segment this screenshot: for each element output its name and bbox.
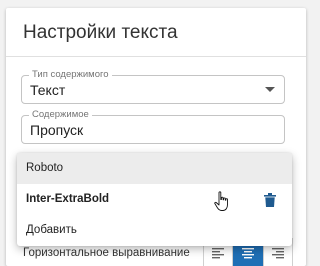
trash-icon[interactable]: [264, 193, 276, 207]
font-option-label: Inter-ExtraBold: [26, 193, 110, 205]
align-center-icon: [242, 248, 254, 259]
content-input[interactable]: Содержимое Пропуск: [21, 109, 285, 144]
content-type-select[interactable]: Тип содержимого Текст: [21, 69, 285, 104]
header-divider: [6, 56, 306, 57]
panel-title: Настройки текста: [23, 22, 178, 43]
horizontal-alignment-label: Горизонтальное выравнивание: [23, 247, 190, 259]
font-dropdown-menu: Roboto Inter-ExtraBold Добавить: [17, 153, 292, 246]
font-option-roboto[interactable]: Roboto: [17, 153, 292, 184]
text-settings-panel: Настройки текста Тип содержимого Текст С…: [6, 8, 306, 266]
content-value[interactable]: Пропуск: [30, 122, 83, 138]
align-right-icon: [272, 248, 284, 259]
add-font-option[interactable]: Добавить: [17, 215, 292, 246]
font-option-inter-extrabold[interactable]: Inter-ExtraBold: [17, 184, 292, 215]
content-label: Содержимое: [29, 109, 92, 120]
chevron-down-icon[interactable]: [265, 87, 275, 92]
content-type-value: Текст: [30, 82, 66, 98]
align-left-icon: [212, 248, 224, 259]
hand-cursor-icon: [214, 191, 228, 211]
content-type-label: Тип содержимого: [29, 69, 112, 80]
